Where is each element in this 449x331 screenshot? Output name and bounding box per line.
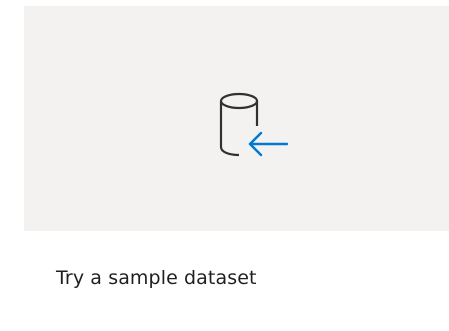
card-title: Try a sample dataset: [56, 267, 257, 289]
database-import-icon: [219, 92, 289, 157]
card-hero-area: [24, 6, 449, 231]
sample-dataset-card[interactable]: Try a sample dataset: [24, 0, 449, 331]
